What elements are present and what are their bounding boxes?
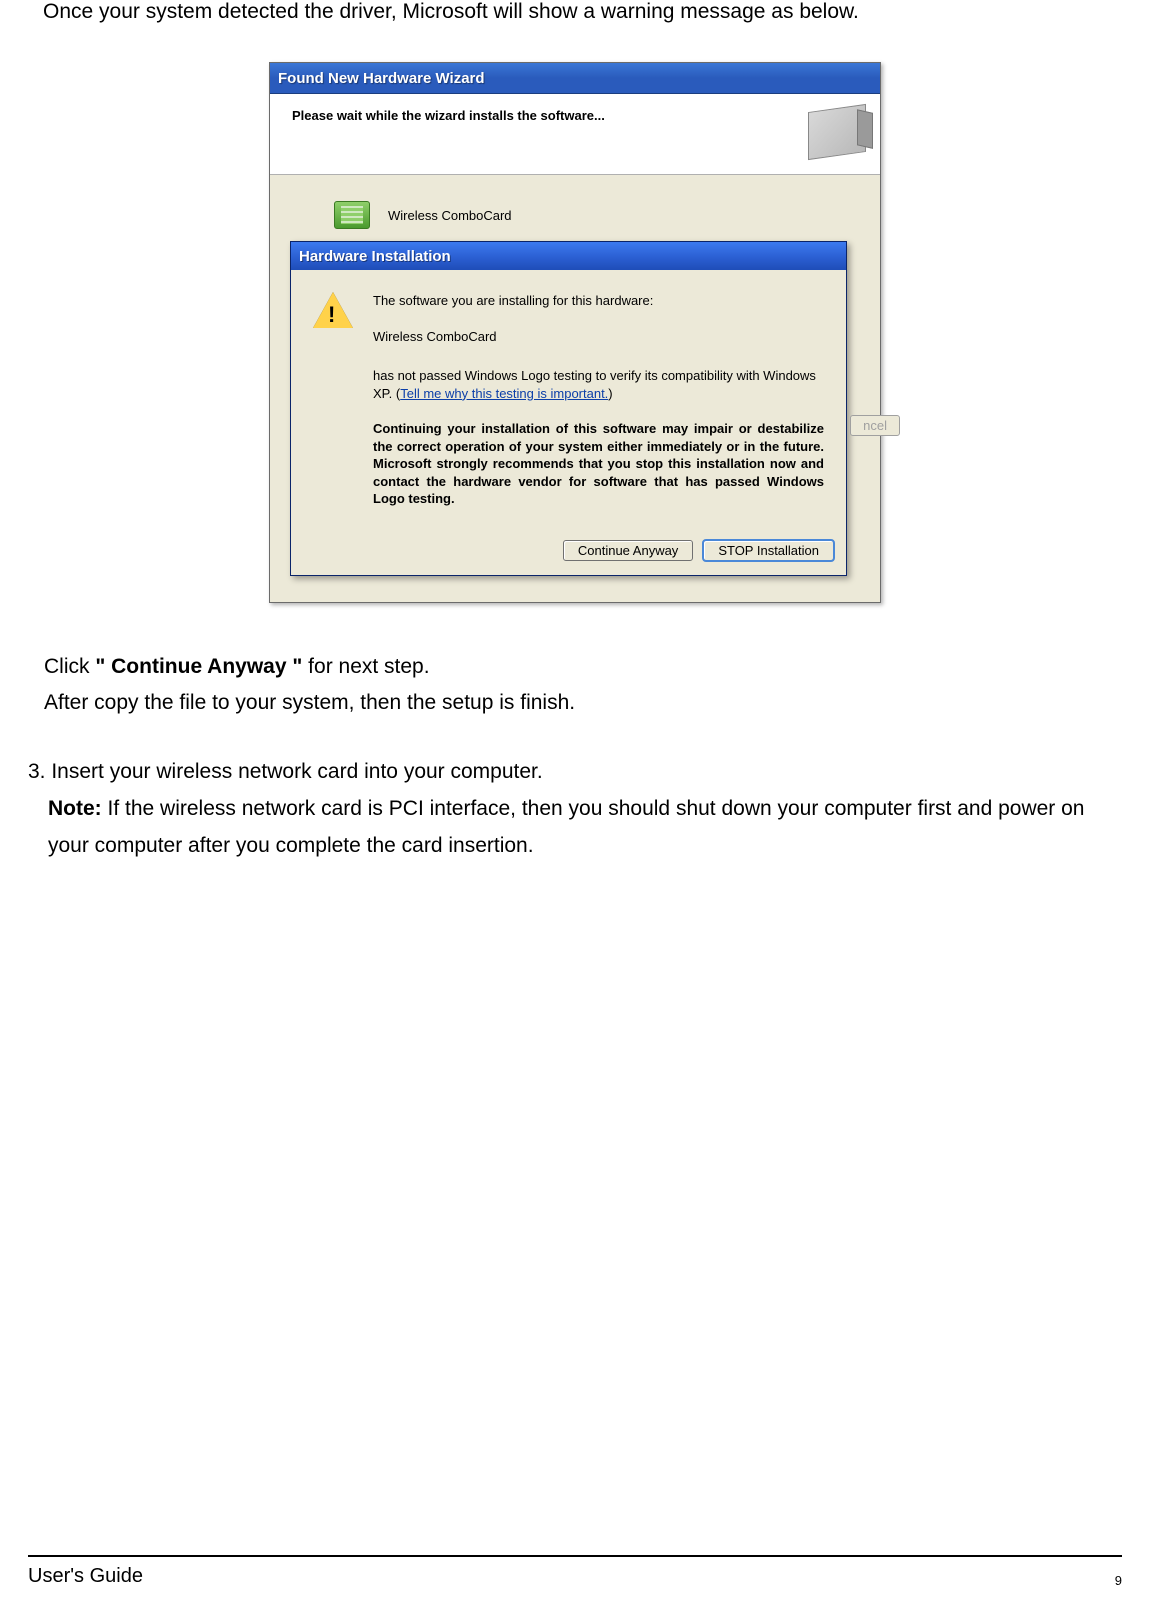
dialog-line1: The software you are installing for this…: [373, 292, 824, 310]
click-continue-line: Click " Continue Anyway " for next step.: [44, 649, 1122, 685]
found-new-hardware-wizard-window: Found New Hardware Wizard Please wait wh…: [269, 62, 881, 603]
dialog-button-row: Continue Anyway STOP Installation: [291, 540, 846, 575]
wizard-header-text: Please wait while the wizard installs th…: [292, 108, 605, 123]
footer-left: User's Guide: [28, 1565, 143, 1588]
stop-installation-button[interactable]: STOP Installation: [703, 540, 834, 561]
step3-note: Note: If the wireless network card is PC…: [28, 791, 1122, 865]
dialog-text: The software you are installing for this…: [373, 292, 824, 526]
page-number: 9: [1115, 1573, 1122, 1588]
device-name: Wireless ComboCard: [388, 208, 512, 223]
dialog-compat-line: has not passed Windows Logo testing to v…: [373, 367, 824, 402]
background-cancel-button-fragment: ncel: [850, 415, 900, 436]
wizard-body: Wireless ComboCard Hardware Installation: [270, 175, 880, 586]
hardware-installation-dialog: Hardware Installation The software you a…: [290, 241, 847, 576]
device-row: Wireless ComboCard: [290, 201, 860, 229]
hardware-box-icon: [808, 104, 866, 160]
network-card-icon: [334, 201, 370, 229]
screenshot-container: Found New Hardware Wizard Please wait wh…: [28, 62, 1122, 603]
why-testing-link[interactable]: Tell me why this testing is important.: [400, 386, 608, 401]
step3-line1: 3. Insert your wireless network card int…: [28, 754, 1122, 791]
dialog-warning-bold: Continuing your installation of this sof…: [373, 420, 824, 508]
dialog-titlebar: Hardware Installation: [291, 242, 846, 270]
wizard-title: Found New Hardware Wizard: [278, 70, 485, 87]
instruction-block: Click " Continue Anyway " for next step.…: [28, 649, 1122, 720]
step-3-block: 3. Insert your wireless network card int…: [28, 754, 1122, 864]
wizard-titlebar: Found New Hardware Wizard: [270, 63, 880, 94]
wizard-header: Please wait while the wizard installs th…: [270, 94, 880, 175]
intro-text: Once your system detected the driver, Mi…: [28, 0, 1122, 24]
continue-anyway-button[interactable]: Continue Anyway: [563, 540, 693, 561]
after-copy-line: After copy the file to your system, then…: [44, 685, 1122, 721]
dialog-title: Hardware Installation: [299, 248, 451, 265]
warning-icon: [313, 292, 353, 328]
page-footer: User's Guide 9: [28, 1555, 1122, 1588]
dialog-device: Wireless ComboCard: [373, 328, 824, 346]
